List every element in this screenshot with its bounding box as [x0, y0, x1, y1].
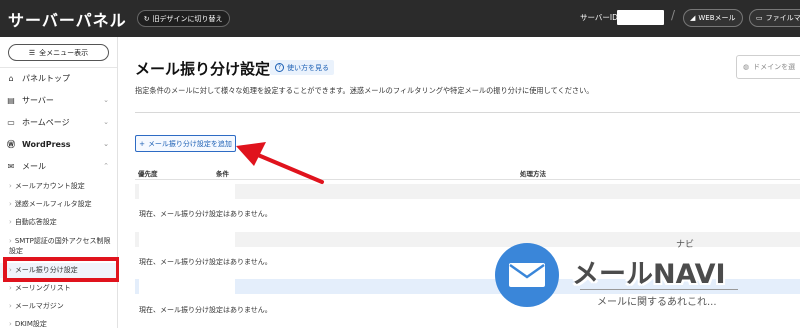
watermark-divider	[580, 289, 738, 290]
sidebar-item-label: パネルトップ	[22, 73, 70, 83]
sidebar-subitem-mail-account[interactable]: › メールアカウント設定	[0, 181, 117, 191]
watermark-subtitle: メールに関するあれこれ...	[597, 297, 717, 308]
file-manager-label: ファイルマネ	[765, 14, 800, 22]
sidebar-item-panel-top[interactable]: ⌂ パネルトップ	[0, 68, 117, 88]
chevron-down-icon: ⌄	[103, 96, 109, 104]
sidebar-item-label: WordPress	[22, 139, 71, 149]
empty-message: 現在、メール振り分け設定はありません。	[139, 210, 272, 218]
sidebar-item-homepage[interactable]: ▭ ホームページ ⌄	[0, 112, 117, 132]
domain-select-placeholder: ドメインを選	[753, 63, 796, 71]
sidebar-item-mail[interactable]: ✉ メール ⌃	[0, 156, 117, 176]
domain-select[interactable]: ◍ ドメインを選	[736, 55, 800, 79]
empty-message: 現在、メール振り分け設定はありません。	[139, 258, 272, 266]
topbar-separator: /	[671, 8, 676, 22]
column-header-action: 処理方法	[520, 170, 546, 178]
plus-icon: +	[139, 139, 145, 148]
sidebar-subitem-mailing-list[interactable]: › メーリングリスト	[0, 283, 117, 293]
home-icon: ⌂	[8, 73, 14, 83]
empty-message: 現在、メール振り分け設定はありません。	[139, 306, 272, 314]
watermark-ruby: ナビ	[676, 240, 695, 250]
sidebar-subitem-smtp-restriction[interactable]: › SMTP認証の国外アクセス制限設定	[0, 236, 112, 256]
sidebar-item-label: メール	[22, 161, 46, 171]
mail-icon: ✉	[7, 161, 15, 171]
page-title: メール振り分け設定	[135, 60, 271, 78]
table-row	[135, 184, 800, 199]
watermark-title: メールNAVI	[572, 259, 726, 290]
column-header-priority: 優先度	[138, 170, 158, 178]
globe-icon: ◍	[743, 63, 750, 71]
table-header-divider	[135, 179, 800, 180]
sidebar-item-server[interactable]: ▤ サーバー ⌄	[0, 90, 117, 110]
wordpress-icon: Ⓦ	[7, 139, 15, 149]
top-bar: サーバーパネル ↻ 旧デザインに切り替え	[0, 0, 800, 37]
hamburger-icon: ☰	[28, 48, 36, 57]
refresh-icon: ↻	[143, 14, 150, 23]
watermark-logo	[495, 243, 559, 307]
chevron-down-icon: ⌄	[103, 140, 109, 148]
table-row	[135, 232, 800, 247]
chevron-up-icon: ⌃	[103, 162, 109, 170]
sidebar-subitem-auto-reply[interactable]: › 自動応答設定	[0, 217, 117, 227]
sidebar-item-wordpress[interactable]: Ⓦ WordPress ⌄	[0, 134, 117, 154]
brand-title: サーバーパネル	[8, 10, 127, 30]
old-design-label: 旧デザインに切り替え	[152, 14, 223, 23]
sidebar: ☰ 全メニュー表示 ⌂ パネルトップ ▤ サーバー ⌄ ▭ ホームページ ⌄ Ⓦ…	[0, 37, 118, 328]
add-sorting-rule-label: メール振り分け設定を追加	[147, 139, 232, 148]
sidebar-subitem-mail-magazine[interactable]: › メールマガジン	[0, 301, 117, 311]
envelope-icon	[509, 263, 545, 287]
add-sorting-rule-button[interactable]: + メール振り分け設定を追加	[135, 135, 236, 152]
window-icon: ▭	[7, 117, 15, 127]
howto-label: 使い方を見る	[287, 63, 329, 72]
all-menu-label: 全メニュー表示	[39, 48, 89, 57]
highlight-box	[3, 257, 120, 282]
section-divider	[135, 112, 800, 113]
server-id-value	[617, 10, 664, 25]
server-icon: ▤	[7, 95, 15, 105]
server-id-label: サーバーID	[580, 13, 618, 22]
howto-button[interactable]: ? 使い方を見る	[270, 60, 334, 75]
webmail-label: WEBメール	[698, 14, 736, 22]
question-icon: ?	[275, 63, 284, 72]
file-manager-button[interactable]: ▭ ファイルマネ	[749, 9, 800, 27]
all-menu-button[interactable]: ☰ 全メニュー表示	[8, 44, 109, 61]
chevron-down-icon: ⌄	[103, 118, 109, 126]
old-design-toggle-button[interactable]: ↻ 旧デザインに切り替え	[136, 10, 230, 27]
sidebar-item-label: ホームページ	[22, 117, 70, 127]
folder-icon: ▭	[756, 14, 763, 22]
webmail-button[interactable]: ◢ WEBメール	[683, 9, 743, 27]
sidebar-subitem-spam-filter[interactable]: › 迷惑メールフィルタ設定	[0, 199, 117, 209]
sidebar-item-label: サーバー	[22, 95, 54, 105]
paper-plane-icon: ◢	[690, 14, 696, 22]
page-description: 指定条件のメールに対して様々な処理を設定することができます。迷惑メールのフィルタ…	[135, 86, 594, 95]
column-header-condition: 条件	[216, 170, 229, 178]
